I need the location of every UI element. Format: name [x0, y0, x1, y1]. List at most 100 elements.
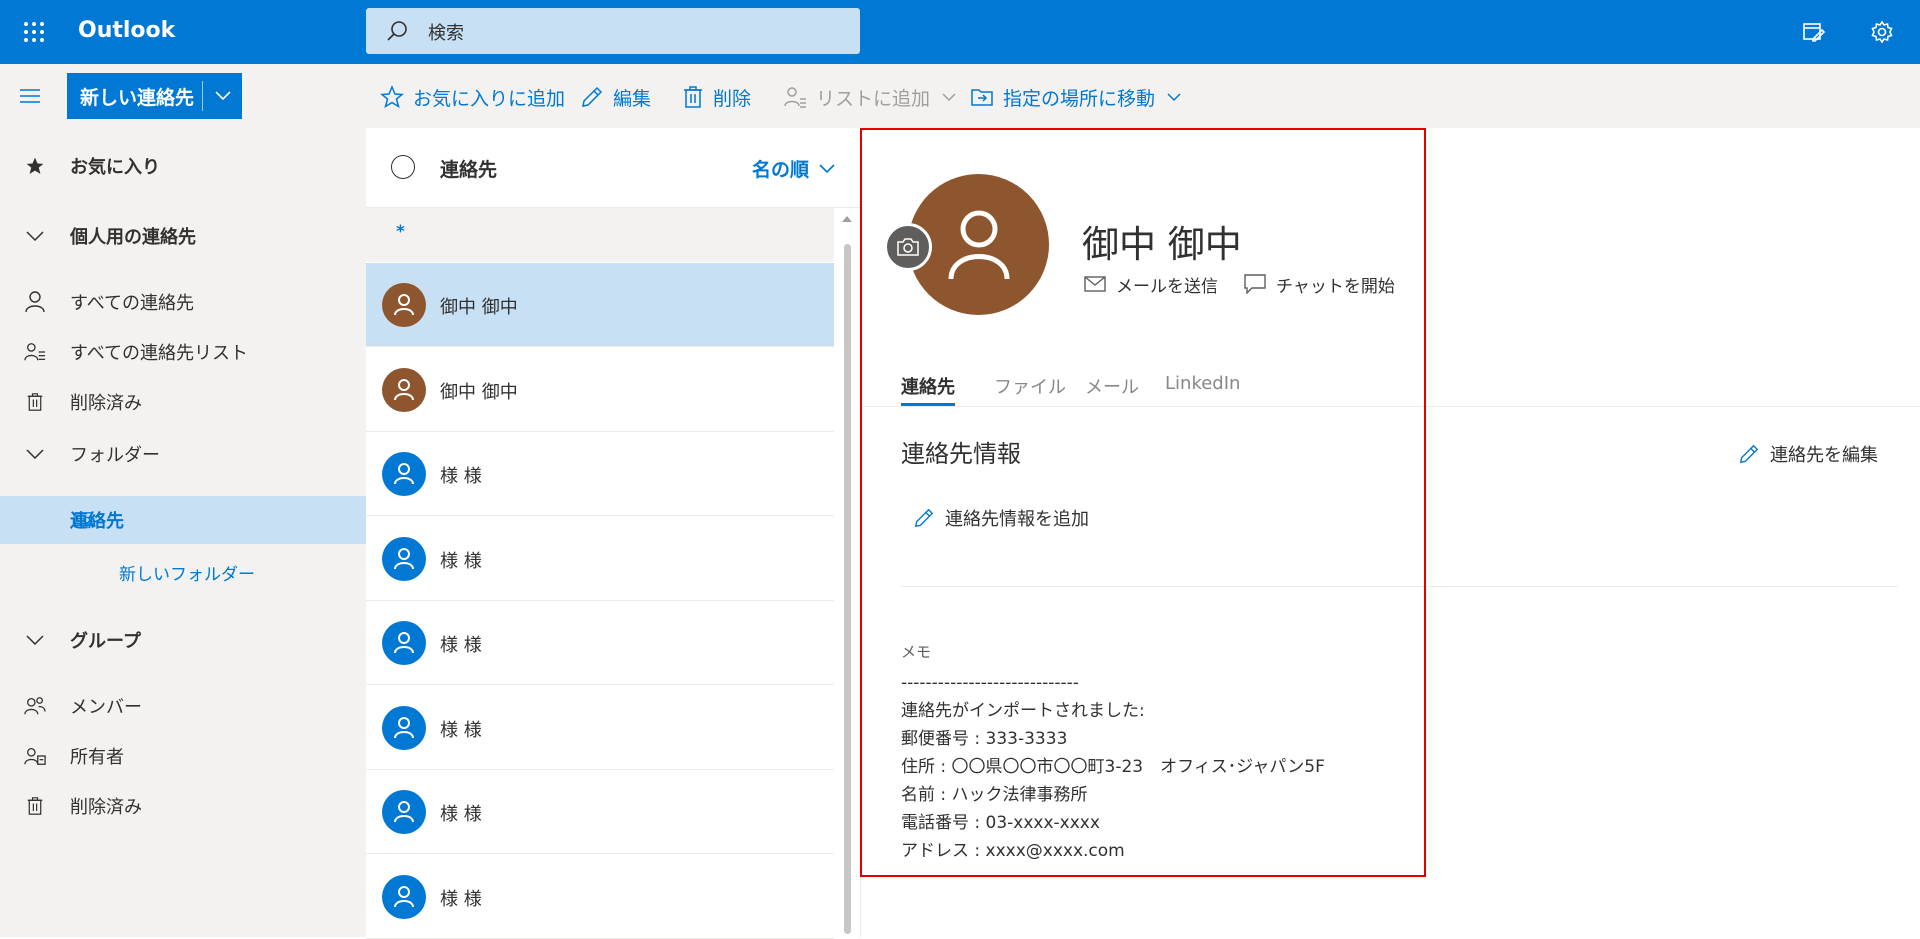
memo-line: 住所 : 〇〇県〇〇市〇〇町3-23 オフィス･ジャパン5F	[901, 757, 1325, 777]
list-item[interactable]: 御中 御中	[366, 348, 834, 432]
nav-deleted[interactable]: 削除済み	[0, 378, 366, 426]
memo-text: ----------------------------- 連絡先がインポートされ…	[901, 669, 1325, 865]
nav-deleted-label: 削除済み	[70, 393, 142, 414]
star-outline-icon	[380, 85, 404, 109]
add-favorite-button[interactable]: お気に入りに追加	[380, 84, 565, 110]
app-title[interactable]: Outlook	[78, 18, 175, 43]
settings-gear-icon[interactable]	[1864, 14, 1900, 50]
nav-folders[interactable]: フォルダー	[0, 430, 366, 478]
tab-mail[interactable]: メール	[1085, 373, 1139, 406]
avatar	[382, 367, 426, 412]
nav-members[interactable]: メンバー	[0, 682, 366, 730]
nav-groups-deleted-label: 削除済み	[70, 797, 142, 818]
person-icon	[394, 294, 414, 316]
move-to-button[interactable]: 指定の場所に移動	[970, 84, 1181, 110]
avatar	[382, 705, 426, 750]
start-chat-label: チャットを開始	[1276, 276, 1395, 297]
delete-button[interactable]: 削除	[682, 84, 751, 110]
chevron-down-icon	[1167, 92, 1181, 101]
move-to-label: 指定の場所に移動	[1003, 87, 1156, 110]
list-item[interactable]: 様 様	[366, 517, 834, 601]
members-icon	[0, 695, 70, 717]
chevron-down-icon	[819, 163, 835, 173]
left-navigation: お気に入り 個人用の連絡先 すべての連絡先 すべての連絡先リスト 削除済み フォ…	[0, 128, 366, 937]
contact-name: 様 様	[440, 804, 482, 825]
edit-contact-label: 連絡先を編集	[1770, 445, 1878, 466]
person-icon	[394, 463, 414, 485]
section-title: 連絡先情報	[901, 440, 1021, 468]
pencil-icon	[914, 508, 934, 528]
scroll-up-arrow-icon[interactable]	[842, 216, 852, 222]
tab-files[interactable]: ファイル	[994, 373, 1066, 406]
nav-all-contact-lists-label: すべての連絡先リスト	[70, 343, 249, 364]
delete-label: 削除	[713, 87, 752, 110]
nav-groups-label: グループ	[70, 631, 141, 652]
select-all-checkbox[interactable]	[391, 155, 415, 179]
search-icon	[386, 20, 408, 42]
avatar	[382, 536, 426, 581]
memo-line: 名前 : ハック法律事務所	[901, 785, 1088, 805]
edit-button[interactable]: 編集	[580, 84, 651, 110]
contact-detail-pane: 御中 御中 メールを送信 チャットを開始 連絡先 ファイル メール Linked…	[861, 128, 1920, 937]
group-header: *	[366, 208, 834, 262]
send-mail-button[interactable]: メールを送信	[1084, 271, 1218, 297]
nav-personal-contacts[interactable]: 個人用の連絡先	[0, 212, 366, 260]
list-header: 連絡先 名の順	[366, 128, 860, 208]
nav-owner-label: 所有者	[70, 747, 124, 768]
sort-dropdown[interactable]: 名の順	[752, 155, 835, 182]
hamburger-menu-icon[interactable]	[18, 84, 52, 108]
new-contact-button[interactable]: 新しい連絡先	[67, 73, 242, 119]
list-item[interactable]: 様 様	[366, 855, 834, 939]
nav-owner[interactable]: 所有者	[0, 732, 366, 780]
camera-icon[interactable]	[884, 223, 932, 271]
owner-icon	[0, 745, 70, 767]
add-contact-info-button[interactable]: 連絡先情報を追加	[913, 505, 1089, 531]
nav-contacts-label: 連絡先	[70, 511, 124, 532]
detail-tabs: 連絡先 ファイル メール LinkedIn	[861, 361, 1920, 407]
contact-name: 様 様	[440, 466, 482, 487]
list-item[interactable]: 様 様	[366, 432, 834, 516]
nav-contacts-folder[interactable]: 連絡先	[0, 496, 366, 544]
list-title: 連絡先	[440, 159, 498, 181]
start-chat-button[interactable]: チャットを開始	[1244, 271, 1395, 297]
list-item[interactable]: 御中 御中	[366, 263, 834, 347]
list-item[interactable]: 様 様	[366, 770, 834, 854]
nav-favorites[interactable]: お気に入り	[0, 142, 366, 190]
trash-icon	[684, 86, 702, 108]
contact-name: 様 様	[440, 888, 482, 910]
contact-name: 様 様	[440, 550, 482, 572]
chevron-down-icon	[0, 231, 70, 241]
person-icon	[394, 801, 414, 823]
nav-all-contact-lists[interactable]: すべての連絡先リスト	[0, 328, 366, 376]
list-item[interactable]: 様 様	[366, 601, 834, 685]
memo-line: 連絡先がインポートされました:	[901, 701, 1145, 721]
pencil-icon	[582, 86, 603, 107]
person-icon	[394, 547, 414, 569]
trash-icon	[0, 795, 70, 817]
scrollbar-thumb[interactable]	[844, 244, 851, 934]
avatar	[382, 874, 426, 919]
search-input[interactable]: 検索	[366, 8, 860, 54]
memo-label: メモ	[901, 643, 932, 661]
person-icon	[0, 291, 70, 313]
nav-new-folder-label: 新しいフォルダー	[119, 564, 255, 585]
app-launcher-icon[interactable]	[14, 12, 54, 52]
add-to-list-button[interactable]: リストに追加	[783, 84, 956, 110]
nav-groups-deleted[interactable]: 削除済み	[0, 782, 366, 830]
nav-new-folder[interactable]: 新しいフォルダー	[0, 548, 366, 596]
chevron-down-icon[interactable]	[203, 73, 242, 119]
list-item[interactable]: 様 様	[366, 686, 834, 770]
add-contact-info-label: 連絡先情報を追加	[945, 509, 1089, 530]
folder-move-icon	[971, 89, 993, 106]
nav-all-contacts[interactable]: すべての連絡先	[0, 278, 366, 326]
mail-icon	[1084, 276, 1106, 292]
tab-linkedin[interactable]: LinkedIn	[1165, 373, 1240, 406]
contact-name: 御中 御中	[1082, 223, 1242, 266]
nav-favorites-label: お気に入り	[70, 157, 160, 178]
add-favorite-label: お気に入りに追加	[413, 87, 566, 110]
edit-contact-button[interactable]: 連絡先を編集	[1738, 441, 1878, 467]
todo-icon[interactable]	[1796, 14, 1832, 50]
tab-contact[interactable]: 連絡先	[901, 373, 955, 406]
nav-groups[interactable]: グループ	[0, 616, 366, 664]
memo-line: 電話番号 : 03-xxxx-xxxx	[901, 813, 1100, 833]
